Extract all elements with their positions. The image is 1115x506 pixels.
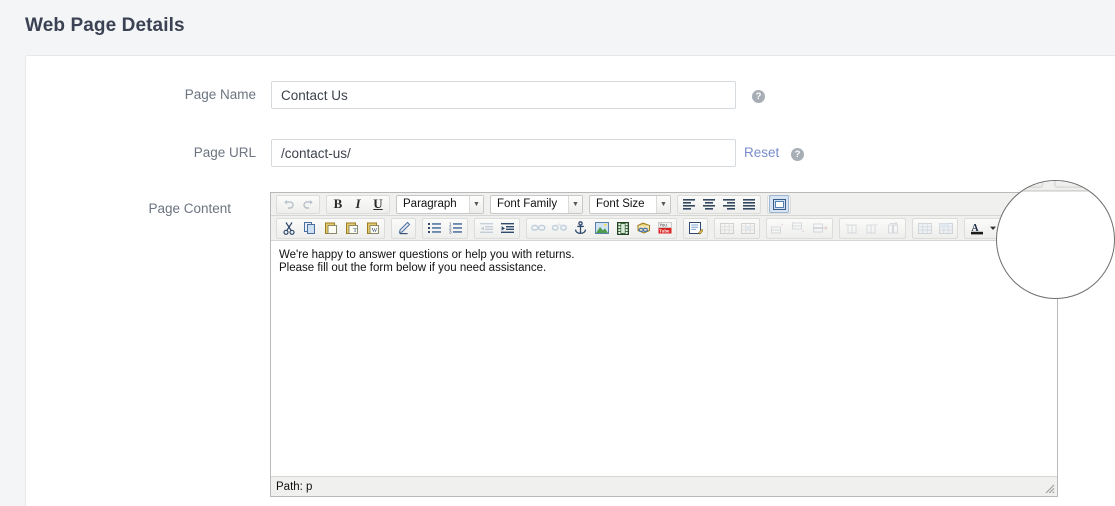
toolbar-group-cells [912,218,958,239]
align-center-icon[interactable] [699,195,719,213]
editor-content-line-2: Please fill out the form below if you ne… [279,262,1049,275]
page-title: Web Page Details [25,15,185,37]
svg-text:+: + [845,223,848,229]
magnified-html-group: HTML [1054,180,1115,187]
numbered-list-icon[interactable]: 123 [445,218,466,238]
toolbar-group-fullscreen [767,195,791,214]
paste-from-word-icon[interactable]: W [362,218,383,238]
insert-row-before-icon[interactable]: + [768,218,789,238]
editor-toolbar-row-1: B I U Paragraph ▼ Font Family ▼ Font Siz… [271,193,1057,216]
svg-text:3: 3 [449,230,452,234]
page-url-input[interactable] [271,139,736,167]
magnifier-circle: HTML [996,180,1115,299]
svg-text:W: W [371,228,377,234]
copy-icon[interactable] [299,218,320,238]
svg-text:+: + [781,223,784,229]
html-source-button[interactable]: HTML [1058,180,1111,186]
cell-props-icon[interactable] [737,218,758,238]
horizontal-rule-icon[interactable] [1004,180,1040,186]
align-justify-icon[interactable] [739,195,759,213]
cut-icon[interactable] [278,218,299,238]
outdent-icon[interactable] [476,218,497,238]
undo-icon[interactable] [278,195,298,213]
svg-text:+: + [802,229,805,234]
insert-col-after-icon[interactable]: + [862,218,883,238]
insert-col-before-icon[interactable]: + [841,218,862,238]
font-family-value: Font Family [491,198,568,210]
resize-grip-icon[interactable] [1041,480,1055,494]
insert-link-icon[interactable] [528,218,549,238]
underline-icon[interactable]: U [368,195,388,213]
chevron-down-icon[interactable]: ▼ [469,196,483,213]
merge-cells-icon[interactable] [935,218,956,238]
toolbar-group-clipboard: T W [276,218,385,239]
toolbar-group-source-edit [683,218,708,239]
page-name-label: Page Name [26,87,256,102]
toolbar-group-lists: 123 [422,218,468,239]
paste-as-text-icon[interactable]: T [341,218,362,238]
split-cells-icon[interactable] [914,218,935,238]
svg-text:+: + [875,223,878,229]
editor-content-line-1: We're happy to answer questions or help … [279,249,1049,262]
insert-row-after-icon[interactable]: + [789,218,810,238]
magnifier-content: HTML [996,180,1115,299]
anchor-icon[interactable] [570,218,591,238]
toolbar-group-rows: + + [766,218,833,239]
page-name-input[interactable] [271,81,736,109]
chevron-down-icon[interactable]: ▼ [568,196,582,213]
indent-icon[interactable] [497,218,518,238]
page-url-label: Page URL [26,145,256,160]
redo-icon[interactable] [298,195,318,213]
insert-media-icon[interactable] [612,218,633,238]
format-block-value: Paragraph [397,198,469,210]
editor-toolbar-row-2: T W 123 [271,216,1057,241]
toolbar-group-history [276,195,320,214]
toolbar-group-indent [474,218,520,239]
paste-icon[interactable] [320,218,341,238]
toolbar-group-clean [391,218,416,239]
format-block-select[interactable]: Paragraph ▼ [396,195,484,214]
insert-image-icon[interactable] [591,218,612,238]
text-color-icon[interactable]: A [966,218,987,238]
chevron-down-icon[interactable]: ▼ [656,196,670,213]
toolbar-group-columns: + + [839,218,906,239]
toolbar-group-table-props [714,218,760,239]
svg-text:Tube: Tube [659,228,670,233]
editor-content-area[interactable]: We're happy to answer questions or help … [271,242,1057,475]
align-left-icon[interactable] [679,195,699,213]
fullscreen-icon[interactable] [769,195,789,213]
delete-col-icon[interactable] [883,218,904,238]
toolbar-group-align [677,195,761,214]
font-family-select[interactable]: Font Family ▼ [490,195,583,214]
page-name-help-icon[interactable]: ? [752,90,765,103]
bullet-list-icon[interactable] [424,218,445,238]
editor-status-bar: Path: p [271,476,1057,496]
toolbar-group-styles: B I U [326,195,390,214]
font-size-value: Font Size [590,198,656,210]
magnified-toolbar-strip: HTML [997,180,1115,192]
insert-file-link-icon[interactable] [633,218,654,238]
insert-youtube-icon[interactable]: YouTube [654,218,675,238]
page-content-label: Page Content [26,201,231,216]
delete-row-icon[interactable] [810,218,831,238]
svg-text:You: You [659,223,667,228]
page-url-help-icon[interactable]: ? [791,148,804,161]
bold-icon[interactable]: B [328,195,348,213]
toolbar-group-insert: YouTube [526,218,677,239]
magnified-hr-group [1001,180,1044,187]
rich-text-editor: B I U Paragraph ▼ Font Family ▼ Font Siz… [270,192,1058,497]
remove-formatting-icon[interactable] [393,218,414,238]
svg-text:T: T [353,228,357,234]
reset-url-link[interactable]: Reset [744,145,779,160]
unlink-icon[interactable] [549,218,570,238]
table-props-icon[interactable] [716,218,737,238]
web-page-details-screen: Web Page Details Page Name ? Page URL Re… [0,0,1115,505]
edit-source-icon[interactable] [685,218,706,238]
font-size-select[interactable]: Font Size ▼ [589,195,671,214]
align-right-icon[interactable] [719,195,739,213]
italic-icon[interactable]: I [348,195,368,213]
